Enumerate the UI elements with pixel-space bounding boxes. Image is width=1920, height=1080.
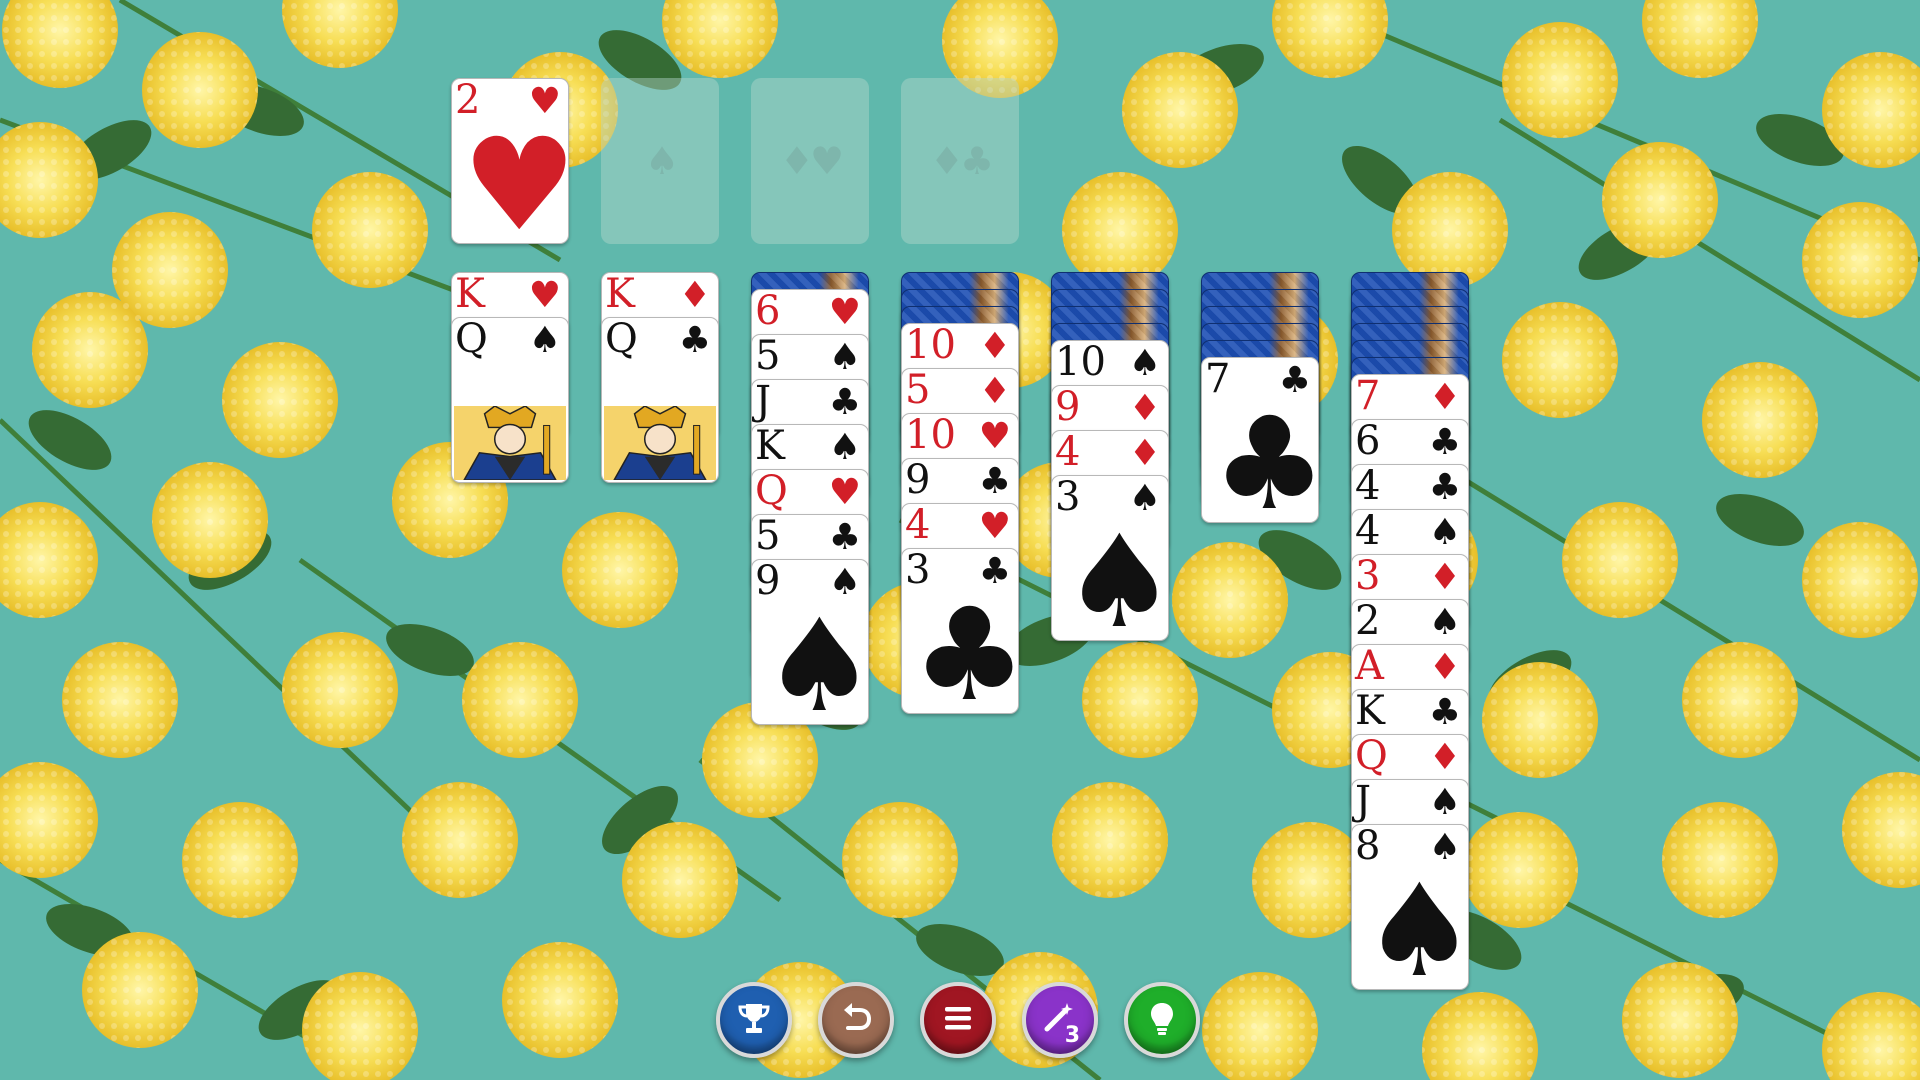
card-suit-icon: ♠ [1428, 782, 1461, 823]
card-rank: 9 [905, 458, 931, 503]
card-rank: 4 [1355, 509, 1381, 554]
card-suit-icon: ♣ [828, 382, 861, 423]
card-suit-icon: ♣ [978, 461, 1011, 502]
card-suit-icon: ♦ [1128, 388, 1161, 429]
card-suit-icon: ♠ [1428, 602, 1461, 643]
card-suit-icon: ♣ [1428, 692, 1461, 733]
card-suit-icon: ♦ [978, 326, 1011, 367]
card-rank: 7 [1355, 374, 1381, 419]
card-suit-icon: ♥ [978, 506, 1011, 547]
foundation-1-card[interactable]: 2 ♥ ♥ [451, 78, 569, 244]
card-center-suit-icon: ♠ [1062, 508, 1169, 641]
card-suit-icon: ♣ [828, 517, 861, 558]
card-rank: Q [755, 469, 788, 514]
card-rank: 10 [905, 413, 956, 458]
card-suit-icon: ♦ [1128, 433, 1161, 474]
card-rank: K [1355, 689, 1385, 734]
hint-button[interactable] [1124, 982, 1200, 1058]
card-rank: J [1355, 779, 1372, 824]
card-suit-icon: ♦ [678, 275, 711, 316]
card-center-suit-icon: ♥ [462, 111, 569, 244]
card-center-suit-icon: ♠ [762, 592, 869, 725]
card-suit-icon: ♠ [828, 427, 861, 468]
empty-slot-suit-icon: ♠ [644, 139, 679, 183]
card-center-suit-icon: ♣ [912, 581, 1019, 714]
card-suit-icon: ♠ [1428, 512, 1461, 553]
card-suit-icon: ♣ [678, 320, 711, 361]
card-suit-icon: ♠ [1128, 343, 1161, 384]
card-rank: K [605, 272, 635, 317]
foundation-slot-3[interactable]: ♦♥ [751, 78, 869, 244]
trophy-icon [734, 998, 774, 1042]
card-suit-icon: ♣ [1428, 467, 1461, 508]
tableau-3-card[interactable]: 9 ♠ ♠ [751, 559, 869, 725]
undo-button[interactable] [818, 982, 894, 1058]
tableau-2-card[interactable]: Q ♣ [601, 317, 719, 483]
foundation-slot-2[interactable]: ♠ [601, 78, 719, 244]
queen-portrait [454, 406, 566, 480]
card-rank: Q [605, 317, 638, 362]
lightbulb-icon [1142, 998, 1182, 1042]
foundation-slot-4[interactable]: ♦♣ [901, 78, 1019, 244]
game-board: 2 ♥ ♥ ♠ ♦♥ ♦♣ K ♥ Q ♠ K ♦ Q ♣ 6 ♥ 5 ♠ J ♣ K ♠ Q ♥ 5 ♣ 9 ♠ ♠ 10 ♦ 5 ♦ 10… [0, 0, 1920, 1080]
tableau-7-card[interactable]: 8 ♠ ♠ [1351, 824, 1469, 990]
card-rank: 4 [1055, 430, 1081, 475]
tableau-5-card[interactable]: 3 ♠ ♠ [1051, 475, 1169, 641]
card-rank: 2 [1355, 599, 1381, 644]
card-rank: K [455, 272, 485, 317]
card-suit-icon: ♦ [1428, 737, 1461, 778]
empty-slot-suit-icon: ♦♣ [929, 139, 994, 183]
card-suit-icon: ♦ [978, 371, 1011, 412]
card-rank: 5 [905, 368, 931, 413]
card-suit-icon: ♦ [1428, 377, 1461, 418]
card-suit-icon: ♦ [1428, 647, 1461, 688]
card-rank: Q [1355, 734, 1388, 779]
card-suit-icon: ♣ [1428, 422, 1461, 463]
card-suit-icon: ♥ [828, 472, 861, 513]
card-rank: 6 [1355, 419, 1381, 464]
tableau-1-card[interactable]: Q ♠ [451, 317, 569, 483]
tableau-4-card[interactable]: 3 ♣ ♣ [901, 548, 1019, 714]
card-rank: 9 [1055, 385, 1081, 430]
queen-portrait [604, 406, 716, 480]
card-center-suit-icon: ♣ [1212, 390, 1319, 523]
card-suit-icon: ♥ [978, 416, 1011, 457]
menu-icon [938, 998, 978, 1042]
magic-wand-button[interactable]: 3 [1022, 982, 1098, 1058]
card-suit-icon: ♦ [1428, 557, 1461, 598]
empty-slot-suit-icon: ♦♥ [779, 139, 844, 183]
card-suit-icon: ♠ [528, 320, 561, 361]
card-rank: 4 [905, 503, 931, 548]
undo-icon [836, 998, 876, 1042]
card-rank: 3 [1355, 554, 1381, 599]
card-center-suit-icon: ♠ [1362, 857, 1469, 990]
tableau-6-card[interactable]: 7 ♣ ♣ [1201, 357, 1319, 523]
card-rank: 5 [755, 334, 781, 379]
card-suit-icon: ♥ [828, 292, 861, 333]
card-rank: 4 [1355, 464, 1381, 509]
wand-uses-badge: 3 [1064, 1023, 1080, 1048]
trophy-button[interactable] [716, 982, 792, 1058]
card-rank: K [755, 424, 785, 469]
menu-button[interactable] [920, 982, 996, 1058]
card-suit-icon: ♠ [828, 337, 861, 378]
card-rank: A [1355, 644, 1384, 689]
card-rank: 10 [905, 323, 956, 368]
card-rank: J [755, 379, 772, 424]
card-rank: 10 [1055, 340, 1106, 385]
card-rank: 6 [755, 289, 781, 334]
card-rank: 5 [755, 514, 781, 559]
card-suit-icon: ♥ [528, 275, 561, 316]
card-rank: Q [455, 317, 488, 362]
